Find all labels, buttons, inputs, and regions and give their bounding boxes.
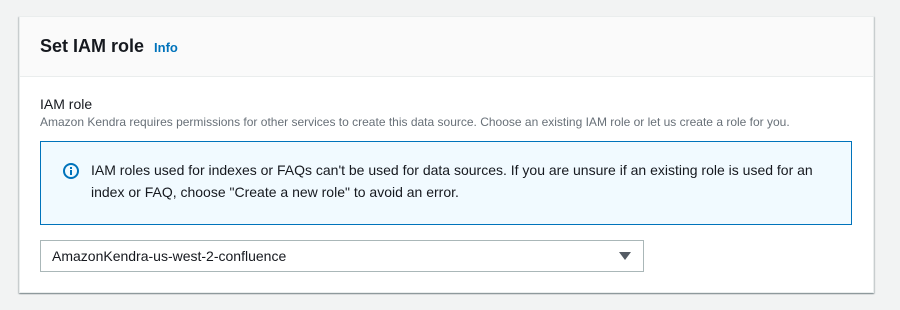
select-value: AmazonKendra-us-west-2-confluence	[52, 248, 287, 264]
alert-message: IAM roles used for indexes or FAQs can't…	[91, 162, 813, 200]
panel-header: Set IAM role Info	[20, 17, 873, 77]
iam-role-description: Amazon Kendra requires permissions for o…	[40, 115, 790, 129]
iam-role-panel: Set IAM role Info IAM role Amazon Kendra…	[19, 16, 874, 293]
iam-role-label: IAM role	[40, 96, 93, 112]
iam-role-select[interactable]: AmazonKendra-us-west-2-confluence	[40, 240, 644, 272]
panel-title: Set IAM role	[40, 36, 145, 56]
panel-body: IAM role Amazon Kendra requires permissi…	[20, 77, 873, 272]
caret-down-icon	[619, 252, 631, 260]
info-icon	[63, 163, 79, 179]
info-alert: IAM roles used for indexes or FAQs can't…	[40, 141, 852, 225]
info-link[interactable]: Info	[154, 40, 178, 55]
